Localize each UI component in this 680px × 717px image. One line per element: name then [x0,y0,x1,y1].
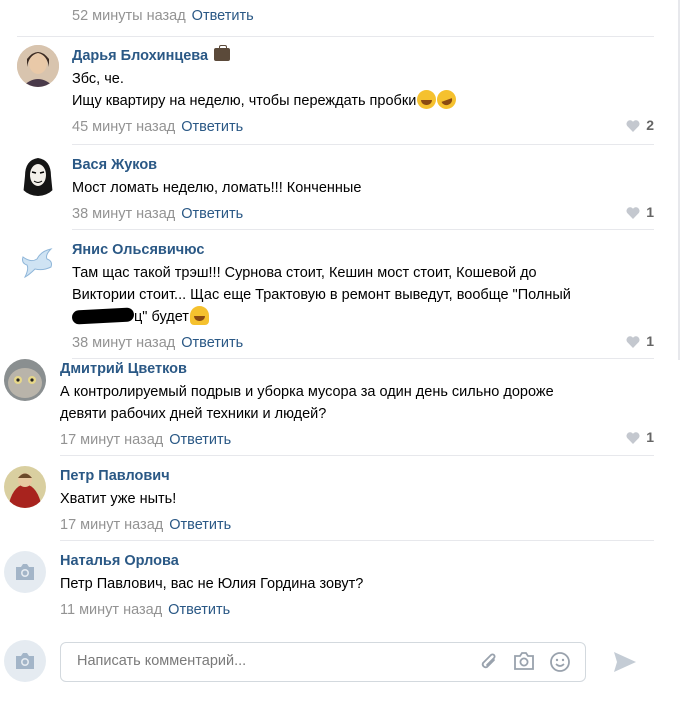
avatar[interactable] [17,241,59,283]
comment-text: Там щас такой трэш!!! Сурнова стоит, Кеш… [71,265,571,325]
rofl-emoji-icon [434,87,459,112]
avatar[interactable] [4,551,46,593]
reply-link[interactable]: Ответить [169,517,231,533]
briefcase-icon [214,45,231,61]
like-button[interactable]: 1 [626,333,654,349]
comment-composer [0,636,680,717]
comment-time[interactable]: 11 минут назад [60,602,162,618]
reply-link[interactable]: Ответить [181,119,243,135]
avatar[interactable] [17,154,59,196]
comment-meta: 17 минут назад Ответить [60,517,231,533]
comment-meta: 45 минут назад Ответить [72,119,456,135]
avatar[interactable] [17,45,59,87]
previous-comment-meta: 52 минуты назад Ответить [72,8,254,24]
divider [60,455,654,456]
comment-time: 52 минуты назад [72,8,186,24]
comment-author[interactable]: Наталья Орлова [60,551,363,571]
like-count: 2 [646,117,654,133]
comment-text: Мост ломать неделю, ломать!!! Конченные [72,180,362,196]
comment-meta: 11 минут назад Ответить [60,602,363,618]
own-avatar[interactable] [4,640,46,682]
censored-scribble [71,307,135,325]
camera-icon [16,653,34,669]
comment-author[interactable]: Янис Ольсявичюс [72,240,571,260]
comment-time[interactable]: 17 минут назад [60,432,163,448]
like-count: 1 [646,204,654,220]
comment-time[interactable]: 17 минут назад [60,517,163,533]
reply-link[interactable]: Ответить [168,602,230,618]
like-count: 1 [646,429,654,445]
comment-author[interactable]: Дмитрий Цветков [60,359,554,379]
comment-time[interactable]: 38 минут назад [72,335,175,351]
paperclip-icon[interactable] [479,651,499,678]
heart-icon [626,432,640,444]
divider [60,540,654,541]
comment-text: Збс, че. Ищу квартиру на неделю, чтобы п… [72,68,459,112]
comment-time[interactable]: 45 минут назад [72,119,175,135]
person-emoji-icon [189,306,209,325]
reply-link[interactable]: Ответить [181,206,243,222]
comment-meta: 38 минут назад Ответить [72,335,571,351]
camera-icon [16,564,34,580]
comment-author[interactable]: Петр Павлович [60,466,231,486]
comment-input[interactable] [75,652,459,670]
like-count: 1 [646,333,654,349]
comment-text: А контролируемый подрыв и уборка мусора … [60,384,554,422]
comment-text: Петр Павлович, вас не Юлия Гордина зовут… [60,576,364,592]
avatar[interactable] [4,466,46,508]
send-arrow-icon[interactable] [612,650,638,679]
like-button[interactable]: 1 [626,429,654,445]
divider [72,229,654,230]
comment-meta: 17 минут назад Ответить [60,432,554,448]
comment-author[interactable]: Вася Жуков [72,155,361,175]
comment-author[interactable]: Дарья Блохинцева [72,45,456,66]
divider [17,36,654,37]
like-button[interactable]: 1 [626,204,654,220]
camera-icon[interactable] [513,651,535,676]
heart-icon [626,336,640,348]
comment-text: Хватит уже ныть! [60,491,177,507]
heart-icon [626,120,640,132]
reply-link[interactable]: Ответить [181,335,243,351]
divider [72,144,654,145]
comment-time[interactable]: 38 минут назад [72,206,175,222]
grin-sweat-emoji-icon [417,90,437,109]
heart-icon [626,207,640,219]
comment-meta: 38 минут назад Ответить [72,206,361,222]
comment-input-box[interactable] [60,642,586,682]
avatar[interactable] [4,359,46,401]
reply-link[interactable]: Ответить [192,8,254,24]
like-button[interactable]: 2 [626,117,654,133]
reply-link[interactable]: Ответить [169,432,231,448]
smiley-icon[interactable] [549,651,571,678]
